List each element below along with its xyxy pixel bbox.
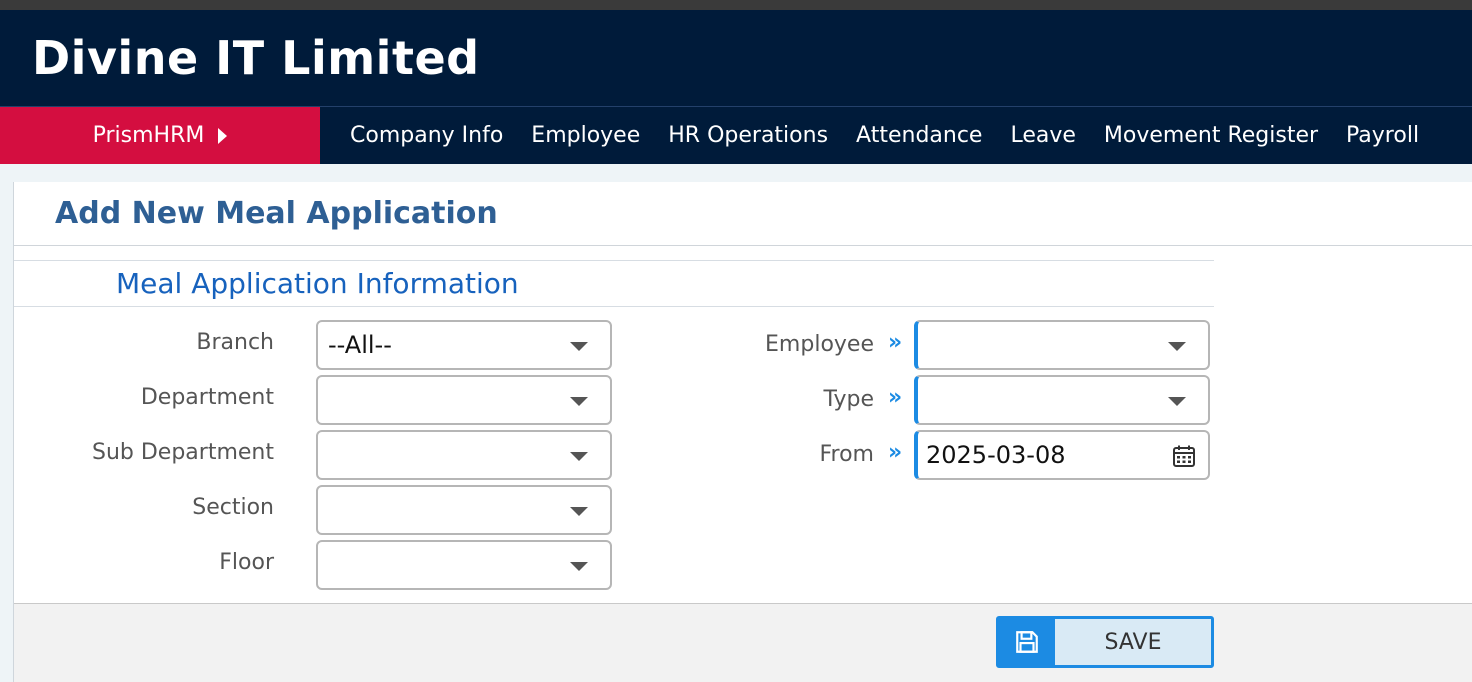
section-row: Section xyxy=(14,495,274,520)
main-navbar: PrismHRM Company Info Employee HR Operat… xyxy=(0,106,1472,164)
double-chevron-right-icon: ›› xyxy=(888,440,902,465)
from-date-input[interactable]: 2025-03-08 xyxy=(914,430,1210,480)
branch-row: Branch xyxy=(14,330,274,355)
calendar-icon[interactable] xyxy=(1172,444,1196,468)
page-title: Add New Meal Application xyxy=(55,196,498,231)
nav-item-attendance[interactable]: Attendance xyxy=(856,123,982,148)
save-button[interactable]: SAVE xyxy=(996,616,1214,668)
employee-label: Employee xyxy=(765,332,874,357)
department-select[interactable] xyxy=(316,375,612,425)
window-top-strip xyxy=(0,0,1472,10)
floppy-disk-icon xyxy=(999,619,1055,665)
nav-item-payroll[interactable]: Payroll xyxy=(1346,123,1419,148)
chevron-down-icon xyxy=(570,452,588,461)
section-select[interactable] xyxy=(316,485,612,535)
double-chevron-right-icon: ›› xyxy=(888,385,902,410)
spacer-strip xyxy=(0,164,1472,182)
nav-item-employee[interactable]: Employee xyxy=(531,123,640,148)
company-title: Divine IT Limited xyxy=(32,31,480,85)
sub-department-select[interactable] xyxy=(316,430,612,480)
chevron-down-icon xyxy=(570,507,588,516)
caret-right-icon xyxy=(218,127,228,144)
department-label: Department xyxy=(140,385,274,410)
branch-value: --All-- xyxy=(328,331,392,359)
brand-label: PrismHRM xyxy=(92,123,205,148)
nav-item-company-info[interactable]: Company Info xyxy=(350,123,503,148)
chevron-down-icon xyxy=(570,342,588,351)
chevron-down-icon xyxy=(570,562,588,571)
save-label: SAVE xyxy=(1104,629,1162,655)
form-footer: SAVE xyxy=(14,603,1472,682)
branch-label: Branch xyxy=(196,330,274,355)
from-date-value: 2025-03-08 xyxy=(926,441,1066,469)
type-select[interactable] xyxy=(914,375,1210,425)
from-label: From xyxy=(819,442,874,467)
app-header: Divine IT Limited xyxy=(0,10,1472,106)
employee-select[interactable] xyxy=(914,320,1210,370)
section-label: Section xyxy=(192,495,274,520)
floor-label: Floor xyxy=(219,550,274,575)
nav-item-movement-register[interactable]: Movement Register xyxy=(1104,123,1318,148)
sub-department-label: Sub Department xyxy=(92,440,274,465)
chevron-down-icon xyxy=(1168,342,1186,351)
sub-department-row: Sub Department xyxy=(14,440,274,465)
form-panel: Add New Meal Application Meal Applicatio… xyxy=(13,182,1472,682)
floor-row: Floor xyxy=(14,550,274,575)
floor-select[interactable] xyxy=(316,540,612,590)
nav-item-hr-operations[interactable]: HR Operations xyxy=(668,123,828,148)
chevron-down-icon xyxy=(570,397,588,406)
panel-header: Add New Meal Application xyxy=(14,182,1472,246)
section-header: Meal Application Information xyxy=(14,260,1214,307)
department-row: Department xyxy=(14,385,274,410)
double-chevron-right-icon: ›› xyxy=(888,330,902,355)
nav-menu: Company Info Employee HR Operations Atte… xyxy=(320,107,1419,164)
branch-select[interactable]: --All-- xyxy=(316,320,612,370)
section-title: Meal Application Information xyxy=(116,267,519,300)
nav-item-leave[interactable]: Leave xyxy=(1010,123,1075,148)
chevron-down-icon xyxy=(1168,397,1186,406)
type-label: Type xyxy=(823,387,874,412)
prismhrm-menu[interactable]: PrismHRM xyxy=(0,107,320,164)
